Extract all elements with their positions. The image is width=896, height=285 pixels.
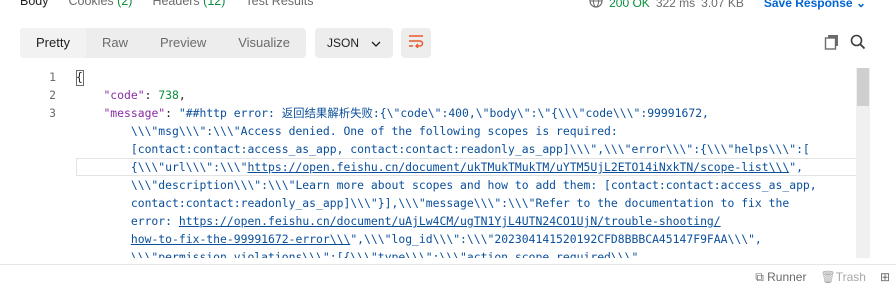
mode-preview[interactable]: Preview <box>144 28 222 58</box>
view-toolbar: Pretty Raw Preview Visualize JSON <box>20 28 432 58</box>
code-line: \\\"msg\\\":\\\"Access denied. One of th… <box>76 122 618 140</box>
code-link[interactable]: https://open.feishu.cn/document/ukTMukTM… <box>247 160 789 174</box>
chevron-down-icon: ⌄ <box>855 0 866 10</box>
code-line: { <box>76 68 83 86</box>
code-token: 738 <box>158 88 179 102</box>
code-line: error: https://open.feishu.cn/document/u… <box>76 212 721 230</box>
scrollbar-thumb[interactable] <box>857 68 869 106</box>
code-token: contact:contact:readonly_as_app]\\\"}],\… <box>76 196 790 210</box>
code-token: : <box>165 106 179 120</box>
panel-toggle-icon[interactable]: ⊞ <box>880 270 890 285</box>
code-token: , <box>178 88 186 102</box>
response-body-editor[interactable]: 1 2 3 { "code": 738, "message": "##http … <box>20 68 870 258</box>
line-number: 1 <box>49 70 56 84</box>
code-token: {\\\"url\\\":\\\" <box>76 160 248 174</box>
code-line: "message": "##http error: 返回结果解析失败:{\"co… <box>76 104 709 122</box>
code-line: \\\"description\\\":\\\"Learn more about… <box>76 176 817 194</box>
chevron-down-icon <box>371 36 381 50</box>
code-line: how-to-fix-the-99991672-error\\\",\\\"lo… <box>76 230 762 248</box>
response-tabs: Body Cookies (2) Headers (12) Test Resul… <box>0 0 314 10</box>
code-line: \\\"permission_violations\\\":[{\\\"type… <box>76 248 645 258</box>
search-icon[interactable] <box>850 34 866 55</box>
code-token: { <box>76 70 83 84</box>
response-status: 200 OK 322 ms 3.07 KB Save Response ⌄ <box>589 0 866 11</box>
code-token: "message" <box>103 106 166 120</box>
code-line: [contact:contact:access_as_app, contact:… <box>76 140 810 158</box>
editor-scrollbar[interactable] <box>856 68 870 258</box>
mode-pretty[interactable]: Pretty <box>20 28 86 58</box>
code-line: "code": 738, <box>76 86 186 104</box>
status-code: 200 OK <box>609 0 650 10</box>
tab-test-results[interactable]: Test Results <box>245 0 313 10</box>
response-size: 3.07 KB <box>701 0 744 10</box>
globe-icon[interactable] <box>589 0 603 11</box>
code-line: contact:contact:readonly_as_app]\\\"}],\… <box>76 194 789 212</box>
save-response-button[interactable]: Save Response ⌄ <box>764 0 866 10</box>
tab-body[interactable]: Body <box>20 0 49 10</box>
code-token: \\\"permission_violations\\\":[{\\\"type… <box>76 250 646 258</box>
tab-headers[interactable]: Headers (12) <box>152 0 225 10</box>
format-select[interactable]: JSON <box>315 28 394 58</box>
line-number: 3 <box>49 106 56 120</box>
code-token: error: <box>76 214 179 228</box>
wrap-lines-button[interactable] <box>401 28 432 58</box>
status-bar: ⧉ Runner 🗑Trash ⊞ <box>0 264 896 285</box>
code-link[interactable]: https://open.feishu.cn/document/uAjLw4CM… <box>179 214 721 228</box>
mode-raw[interactable]: Raw <box>86 28 144 58</box>
code-token: ",\\\"log_id\\\":\\\"202304141520192CFD8… <box>350 232 762 246</box>
code-line: {\\\"url\\\":\\\"https://open.feishu.cn/… <box>76 158 803 176</box>
view-mode-switch: Pretty Raw Preview Visualize <box>20 28 307 58</box>
response-tools <box>824 34 866 55</box>
code-token: "##http error: 返回结果解析失败:{\"code\":400,\"… <box>178 106 709 120</box>
code-token: [contact:contact:access_as_app, contact:… <box>76 142 810 156</box>
code-token: \\\"description\\\":\\\"Learn more about… <box>76 178 817 192</box>
trash-button[interactable]: 🗑Trash <box>820 270 865 285</box>
mode-visualize[interactable]: Visualize <box>222 28 306 58</box>
runner-button[interactable]: ⧉ Runner <box>755 270 806 285</box>
code-token: ", <box>789 160 803 174</box>
tab-cookies[interactable]: Cookies (2) <box>69 0 133 10</box>
code-token: \\\"msg\\\":\\\"Access denied. One of th… <box>76 124 618 138</box>
copy-icon[interactable] <box>824 34 840 55</box>
response-time: 322 ms <box>655 0 696 10</box>
line-number: 2 <box>49 88 56 102</box>
wrap-lines-icon <box>408 34 424 53</box>
code-token: : <box>144 88 159 102</box>
code-link[interactable]: how-to-fix-the-99991672-error\\\ <box>131 232 350 246</box>
code-token: "code" <box>103 88 145 102</box>
